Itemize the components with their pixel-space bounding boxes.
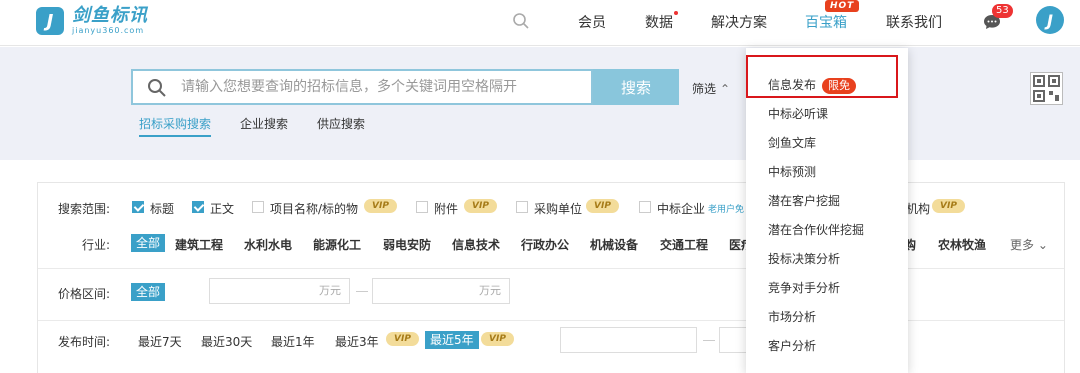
search-icon	[148, 79, 166, 97]
highlight-box	[746, 55, 898, 98]
top-header: J 剑鱼标讯 jianyu360.com 会员 数据 解决方案 百宝箱 HOT …	[0, 0, 1080, 46]
checkbox-attachment[interactable]	[416, 201, 428, 213]
industry-item[interactable]: 建筑工程	[175, 236, 223, 253]
logo-name: 剑鱼标讯	[72, 5, 148, 26]
tab-company-search[interactable]: 企业搜索	[240, 115, 288, 132]
time-option[interactable]: 最近1年	[271, 333, 315, 350]
more-label: 更多	[1010, 238, 1035, 252]
qr-code-icon[interactable]	[1030, 72, 1063, 105]
vip-badge: VIP	[464, 199, 497, 213]
industry-item[interactable]: 交通工程	[660, 236, 708, 253]
price-all[interactable]: 全部	[131, 283, 166, 301]
menu-item[interactable]: 中标预测	[768, 163, 816, 180]
nav-toolbox[interactable]: 百宝箱	[805, 12, 847, 32]
nav-data[interactable]: 数据	[645, 11, 678, 32]
chevron-down-icon: ⌄	[1037, 238, 1048, 252]
avatar[interactable]: J	[1036, 6, 1064, 34]
search-input[interactable]	[181, 71, 581, 103]
price-min-input[interactable]: 万元	[209, 278, 350, 304]
nav-member[interactable]: 会员	[578, 12, 606, 32]
time-option[interactable]: 最近7天	[138, 333, 182, 350]
price-label: 价格区间:	[58, 287, 111, 301]
filter-label: 筛选	[692, 82, 717, 96]
scope-attachment-label: 附件	[434, 202, 459, 216]
checkbox-project-name[interactable]	[252, 201, 264, 213]
scope-project-label: 项目名称/标的物	[270, 202, 359, 216]
checkbox-winner[interactable]	[639, 201, 651, 213]
notification-count-badge: 53	[992, 4, 1013, 18]
time-option[interactable]: 最近3年	[335, 333, 379, 350]
menu-item[interactable]: 潜在客户挖掘	[768, 192, 840, 209]
vip-badge: VIP	[386, 332, 419, 346]
vip-badge: VIP	[932, 199, 965, 213]
scope-title-label: 标题	[150, 202, 175, 216]
search-box	[131, 69, 593, 105]
industry-item[interactable]: 农林牧渔	[938, 236, 986, 253]
new-dot-icon	[674, 11, 678, 15]
nav-solutions[interactable]: 解决方案	[711, 12, 767, 32]
checkbox-body[interactable]	[192, 201, 204, 213]
checkbox-title[interactable]	[132, 201, 144, 213]
logo[interactable]: J 剑鱼标讯 jianyu360.com	[36, 6, 148, 36]
menu-item[interactable]: 投标决策分析	[768, 250, 840, 267]
industry-item[interactable]: 行政办公	[521, 236, 569, 253]
vip-badge: VIP	[364, 199, 397, 213]
scope-hint: 老用户免	[708, 205, 745, 215]
divider	[38, 268, 1064, 269]
industry-item[interactable]: 水利水电	[244, 236, 292, 253]
menu-item[interactable]: 客户分析	[768, 337, 816, 354]
scope-buyer-label: 采购单位	[534, 202, 583, 216]
time-option-active[interactable]: 最近5年	[425, 331, 479, 349]
range-dash	[703, 340, 715, 341]
scope-body-label: 正文	[210, 202, 235, 216]
scope-agency-label: 机构	[906, 202, 931, 216]
menu-item[interactable]: 竞争对手分析	[768, 279, 840, 296]
time-label: 发布时间:	[58, 335, 111, 349]
vip-badge: VIP	[586, 199, 619, 213]
menu-item[interactable]: 潜在合作伙伴挖掘	[768, 221, 864, 238]
nav-data-label: 数据	[645, 15, 673, 31]
industry-item[interactable]: 弱电安防	[383, 236, 431, 253]
industry-item[interactable]: 机械设备	[590, 236, 638, 253]
menu-item[interactable]: 中标必听课	[768, 105, 828, 122]
divider	[38, 320, 1064, 321]
scope-label: 搜索范围:	[58, 202, 111, 216]
price-unit: 万元	[479, 284, 501, 297]
price-max-input[interactable]: 万元	[372, 278, 510, 304]
nav-contact[interactable]: 联系我们	[886, 12, 942, 32]
header-search-icon[interactable]	[512, 12, 530, 30]
filter-toggle[interactable]: 筛选 ⌃	[692, 80, 730, 97]
hot-badge: HOT	[825, 0, 860, 12]
scope-winner-label: 中标企业	[657, 202, 706, 216]
time-option[interactable]: 最近30天	[201, 333, 252, 350]
tab-tender-search[interactable]: 招标采购搜索	[139, 115, 212, 137]
more-industries-button[interactable]: 更多 ⌄	[1010, 236, 1048, 253]
price-unit: 万元	[319, 284, 341, 297]
logo-icon: J	[36, 7, 64, 35]
industry-label: 行业:	[82, 238, 111, 252]
range-dash	[356, 291, 368, 292]
chevron-up-icon: ⌃	[720, 82, 731, 96]
industry-all[interactable]: 全部	[131, 234, 166, 252]
industry-item[interactable]: 信息技术	[452, 236, 500, 253]
industry-item[interactable]: 能源化工	[313, 236, 361, 253]
tab-supply-search[interactable]: 供应搜索	[317, 115, 365, 132]
date-start-input[interactable]	[560, 327, 697, 353]
checkbox-buyer[interactable]	[516, 201, 528, 213]
menu-item[interactable]: 剑鱼文库	[768, 134, 816, 151]
search-button[interactable]: 搜索	[593, 69, 679, 105]
logo-url: jianyu360.com	[72, 26, 145, 35]
menu-item[interactable]: 市场分析	[768, 308, 816, 325]
date-end-input[interactable]	[719, 327, 749, 353]
vip-badge: VIP	[481, 332, 514, 346]
